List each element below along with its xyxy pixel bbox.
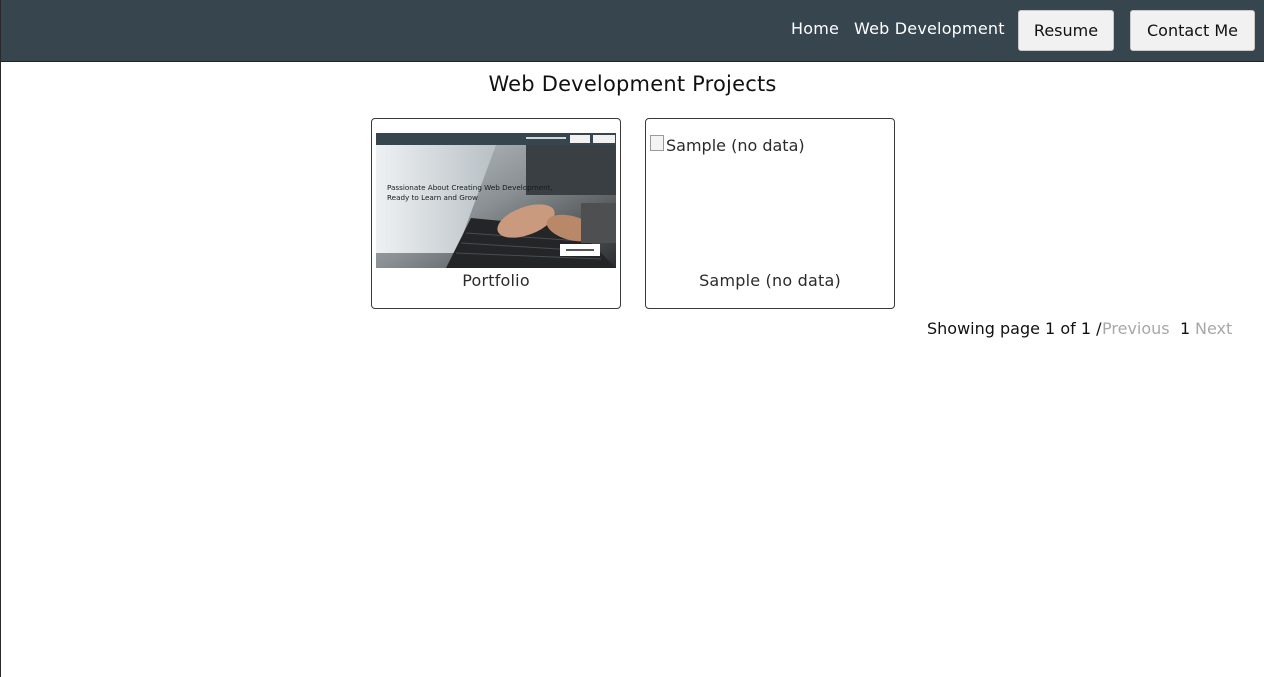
project-card-portfolio[interactable]: Passionate About Creating Web Developmen… — [371, 118, 621, 309]
page-number-link[interactable]: 1 — [1180, 319, 1190, 338]
thumbnail-headline-line2: Ready to Learn and Grow — [387, 193, 478, 202]
sample-broken-image: Sample (no data) — [650, 133, 890, 263]
top-navbar: Home Web Development Resume Contact Me — [1, 0, 1264, 62]
project-card-sample[interactable]: Sample (no data) Sample (no data) — [645, 118, 895, 309]
next-page-link[interactable]: Next — [1195, 319, 1232, 338]
previous-page-link[interactable]: Previous — [1102, 319, 1170, 338]
page-title: Web Development Projects — [488, 72, 777, 96]
pagination-status: Showing page 1 of 1 / — [927, 319, 1102, 338]
page-frame: Home Web Development Resume Contact Me W… — [0, 0, 1264, 677]
broken-image-icon — [650, 135, 664, 151]
contact-me-button[interactable]: Contact Me — [1130, 10, 1255, 51]
nav-link-home[interactable]: Home — [791, 19, 839, 38]
resume-button[interactable]: Resume — [1018, 10, 1114, 51]
thumbnail-headline-line1: Passionate About Creating Web Developmen… — [387, 183, 553, 192]
nav-link-web-development[interactable]: Web Development — [854, 19, 1005, 38]
project-card-label: Portfolio — [462, 271, 530, 290]
project-card-label: Sample (no data) — [699, 271, 841, 290]
broken-image-alt-text: Sample (no data) — [666, 136, 805, 155]
portfolio-thumbnail: Passionate About Creating Web Developmen… — [376, 133, 616, 268]
